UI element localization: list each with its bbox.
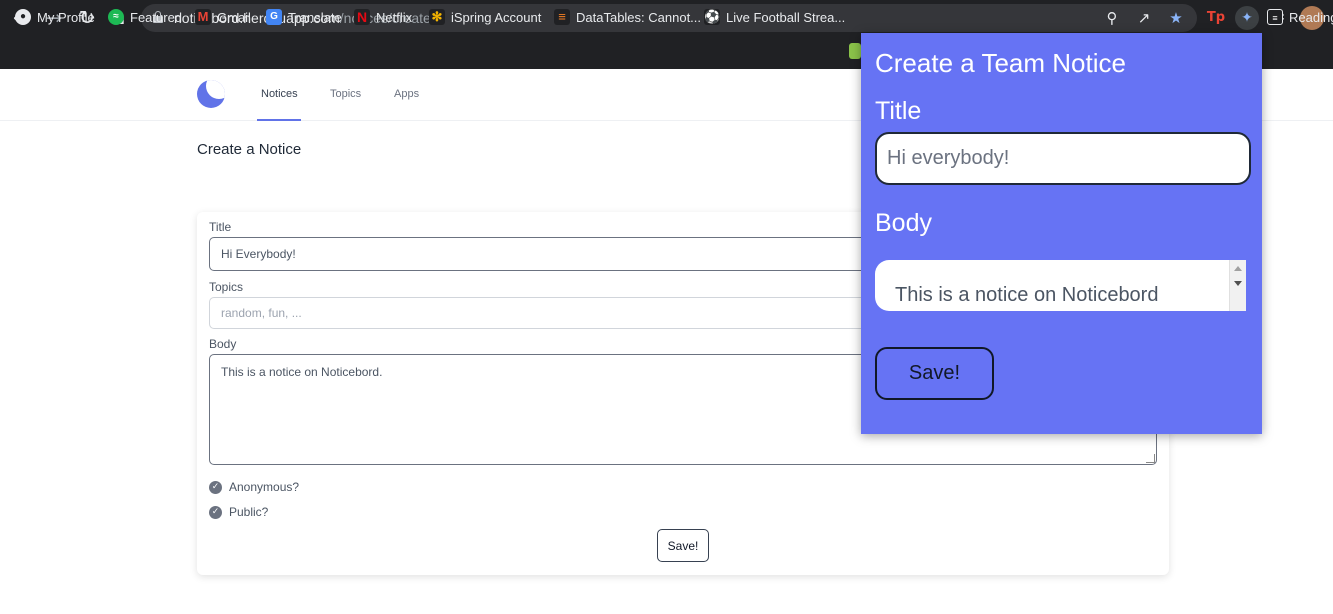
netflix-icon: N — [354, 9, 370, 25]
stackoverflow-icon: ≡ — [554, 9, 570, 25]
body-label: Body — [209, 337, 237, 351]
bookmark-gmail[interactable]: M Gmail — [195, 7, 251, 27]
bookmark-label: iSpring Account — [451, 9, 542, 25]
translate-icon: G — [266, 9, 282, 25]
nav-topics[interactable]: Topics — [330, 88, 361, 100]
anonymous-checkbox[interactable]: ✓ Anonymous? — [209, 480, 299, 494]
reading-list-label: Reading — [1289, 9, 1333, 25]
popup-title-label: Title — [875, 97, 922, 125]
topics-label: Topics — [209, 280, 244, 294]
extension-noticebord-icon[interactable]: ✦ — [1235, 6, 1259, 30]
popup-save-button[interactable]: Save! — [875, 347, 994, 400]
bookmark-label: DataTables: Cannot... — [576, 9, 702, 25]
bookmark-featured[interactable]: ≈ Featured — [108, 7, 182, 27]
scroll-down-icon[interactable] — [1234, 281, 1242, 286]
scroll-up-icon[interactable] — [1234, 266, 1242, 271]
bookmark-translate[interactable]: G Translate — [266, 7, 342, 27]
public-checkbox[interactable]: ✓ Public? — [209, 505, 268, 519]
zoom-search-icon[interactable]: ⚲ — [1102, 8, 1122, 28]
body-text: This is a notice on Noticebord. — [221, 365, 383, 379]
title-label: Title — [209, 220, 232, 234]
nav-apps[interactable]: Apps — [394, 88, 419, 100]
check-circle-icon: ✓ — [209, 480, 222, 494]
gmail-icon: M — [195, 9, 211, 25]
bookmark-datatables[interactable]: ≡ DataTables: Cannot... — [554, 7, 701, 27]
spotify-icon: ≈ — [108, 9, 124, 25]
save-button[interactable]: Save! — [657, 529, 709, 562]
popup-body-scrollbar[interactable] — [1229, 260, 1246, 311]
bookmark-ispring[interactable]: ✻ iSpring Account — [429, 7, 541, 27]
ispring-icon: ✻ — [429, 9, 445, 25]
public-label: Public? — [229, 505, 269, 519]
bookmark-live-football[interactable]: ⚽ Live Football Strea... — [704, 7, 845, 27]
nav-active-indicator — [257, 119, 301, 121]
app-logo[interactable] — [197, 80, 225, 108]
bookmark-label: Translate — [288, 9, 342, 25]
bookmark-label: Live Football Strea... — [726, 9, 846, 25]
anonymous-label: Anonymous? — [229, 480, 300, 494]
reading-list-icon: ≡ — [1267, 9, 1283, 25]
popup-body-label: Body — [875, 209, 932, 237]
popup-heading: Create a Team Notice — [875, 48, 1126, 78]
bookmark-label: My Profile — [37, 9, 95, 25]
page-title: Create a Notice — [197, 141, 302, 158]
bookmark-partial-icon[interactable] — [849, 43, 861, 59]
bookmark-label: Netflix — [376, 9, 413, 25]
popup-body-textarea[interactable]: This is a notice on Noticebord — [875, 260, 1246, 311]
football-icon: ⚽ — [704, 9, 721, 25]
popup-title-input[interactable]: Hi everybody! — [875, 132, 1251, 185]
bookmark-star-icon[interactable]: ★ — [1166, 8, 1186, 28]
bookmark-netflix[interactable]: N Netflix — [354, 7, 412, 27]
resize-grip-icon[interactable] — [1146, 454, 1155, 463]
nav-notices[interactable]: Notices — [261, 88, 298, 100]
reading-list[interactable]: ≡ Reading — [1267, 7, 1333, 27]
bookmark-my-profile[interactable]: ● My Profile — [15, 7, 95, 27]
extension-tp-icon[interactable]: Tp — [1204, 6, 1228, 30]
bookmark-label: Gmail — [217, 9, 251, 25]
bookmark-label: Featured — [130, 9, 183, 25]
check-circle-icon: ✓ — [209, 505, 222, 519]
share-icon[interactable]: ↗ — [1134, 8, 1154, 28]
globe-icon: ● — [15, 9, 31, 25]
